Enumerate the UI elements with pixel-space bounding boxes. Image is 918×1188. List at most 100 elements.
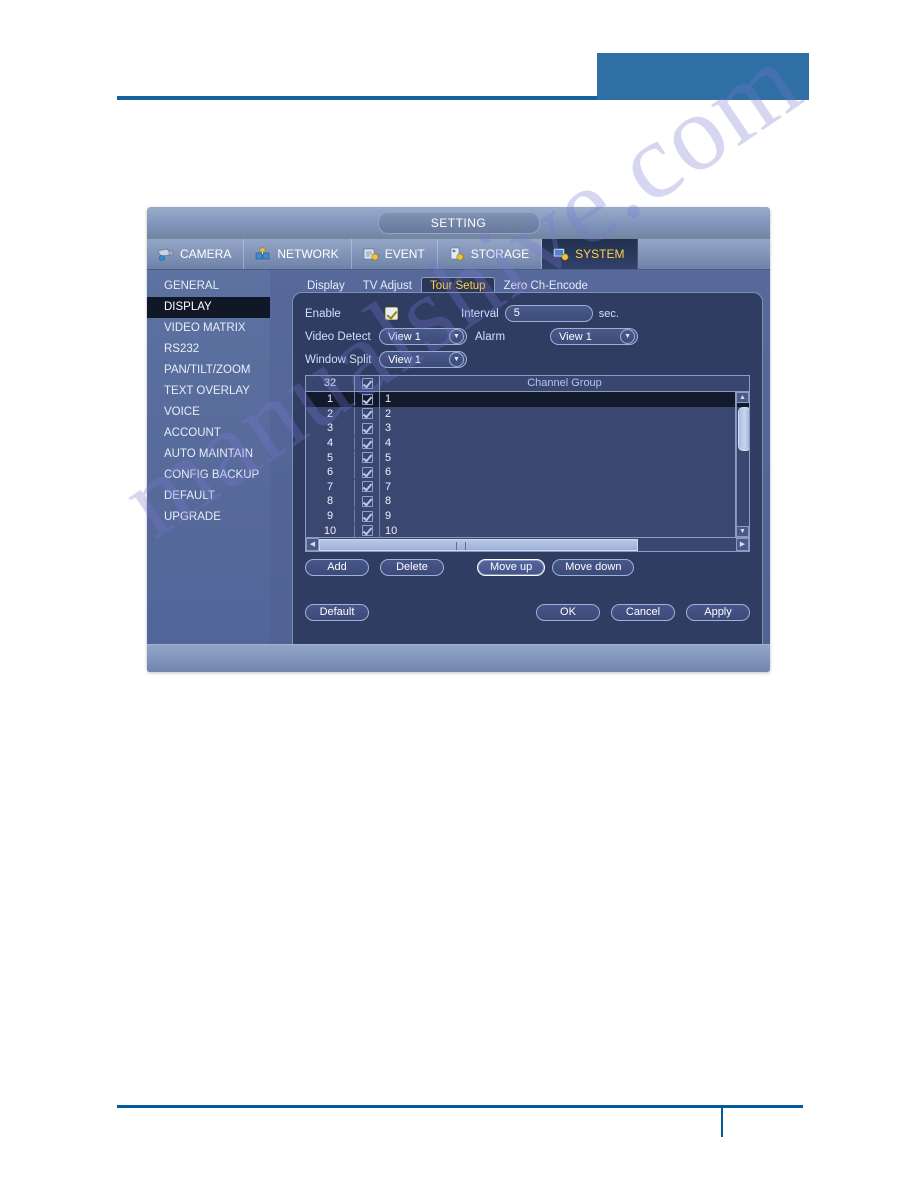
- sidebar-item-default[interactable]: DEFAULT: [147, 486, 270, 507]
- system-icon: [552, 247, 570, 261]
- vertical-scrollbar[interactable]: ▲ ▼: [735, 392, 749, 537]
- chevron-down-icon: ▼: [449, 352, 464, 367]
- row-checkbox-cell: [355, 494, 380, 509]
- row-number: 5: [306, 450, 355, 465]
- video-detect-label: Video Detect: [305, 330, 371, 343]
- table-row[interactable]: 2 2: [306, 406, 749, 422]
- row-checkbox-cell: [355, 464, 380, 480]
- sidebar-item-text-overlay[interactable]: TEXT OVERLAY: [147, 381, 270, 402]
- row-number: 3: [306, 421, 355, 436]
- delete-button[interactable]: Delete: [380, 559, 444, 576]
- list-body: 1 1 2 2 3 3 4 4 5 5 6 6 7 7 8 8 9 9 10 1…: [306, 392, 749, 537]
- scroll-down-icon[interactable]: ▼: [736, 526, 749, 537]
- row-checkbox-cell: [355, 392, 380, 407]
- row-number: 4: [306, 436, 355, 451]
- row-checkbox[interactable]: [361, 466, 373, 478]
- tab-system-label: SYSTEM: [575, 247, 625, 261]
- row-checkbox[interactable]: [361, 495, 373, 507]
- video-detect-select[interactable]: View 1 ▼: [379, 328, 467, 345]
- dialog-button-row: Default OK Cancel Apply: [305, 604, 750, 621]
- sidebar-item-general[interactable]: GENERAL: [147, 276, 270, 297]
- move-up-button[interactable]: Move up: [477, 559, 546, 576]
- row-checkbox-cell: [355, 406, 380, 422]
- sidebar-item-account[interactable]: ACCOUNT: [147, 423, 270, 444]
- row-window-split: Window Split View 1 ▼: [305, 349, 750, 370]
- horizontal-scroll-thumb[interactable]: [319, 539, 638, 551]
- cancel-button[interactable]: Cancel: [611, 604, 675, 621]
- window-footer: [147, 644, 770, 672]
- vertical-scroll-thumb[interactable]: [738, 407, 749, 451]
- table-row[interactable]: 5 5: [306, 450, 749, 465]
- dvr-settings-window: SETTING CAMERA NETWORK EVENT STORAGE SYS…: [147, 207, 770, 672]
- vertical-scroll-track[interactable]: [736, 403, 749, 526]
- row-value: 1: [385, 393, 392, 406]
- row-checkbox-cell: [355, 450, 380, 465]
- row-checkbox[interactable]: [361, 437, 373, 449]
- alarm-select[interactable]: View 1 ▼: [550, 328, 639, 345]
- main-tabstrip: CAMERA NETWORK EVENT STORAGE SYSTEM: [147, 239, 770, 270]
- list-header: 32 Channel Group: [306, 376, 749, 392]
- row-checkbox[interactable]: [361, 452, 373, 464]
- sidebar-item-rs232[interactable]: RS232: [147, 339, 270, 360]
- sidebar-item-upgrade[interactable]: UPGRADE: [147, 507, 270, 528]
- tab-camera[interactable]: CAMERA: [147, 239, 245, 269]
- scroll-thumb-grip: [456, 542, 467, 550]
- tab-event[interactable]: EVENT: [352, 239, 438, 269]
- add-button[interactable]: Add: [305, 559, 369, 576]
- page-footer-tick: [721, 1105, 723, 1137]
- tab-network-label: NETWORK: [277, 247, 339, 261]
- row-checkbox[interactable]: [361, 422, 373, 434]
- interval-input[interactable]: 5: [504, 305, 593, 322]
- sidebar-item-auto-maintain[interactable]: AUTO MAINTAIN: [147, 444, 270, 465]
- move-down-button[interactable]: Move down: [552, 559, 635, 576]
- sidebar-item-pan-tilt-zoom[interactable]: PAN/TILT/ZOOM: [147, 360, 270, 381]
- enable-checkbox[interactable]: [385, 307, 398, 320]
- ok-button[interactable]: OK: [536, 604, 600, 621]
- tab-storage[interactable]: STORAGE: [438, 239, 543, 269]
- default-button[interactable]: Default: [305, 604, 369, 621]
- row-checkbox[interactable]: [361, 510, 373, 522]
- row-value: 6: [385, 466, 392, 479]
- horizontal-scroll-track[interactable]: [319, 538, 736, 551]
- scroll-up-icon[interactable]: ▲: [736, 392, 749, 403]
- table-row[interactable]: 1 1: [306, 392, 749, 407]
- row-number: 6: [306, 465, 355, 480]
- row-number: 1: [306, 392, 355, 407]
- table-row[interactable]: 7 7: [306, 479, 749, 495]
- select-all-checkbox[interactable]: [361, 378, 373, 389]
- table-row[interactable]: 10 10: [306, 523, 749, 537]
- row-number: 2: [306, 406, 355, 421]
- row-checkbox-cell: [355, 523, 380, 537]
- sidebar-item-video-matrix[interactable]: VIDEO MATRIX: [147, 318, 270, 339]
- sidebar-item-display[interactable]: DISPLAY: [147, 297, 270, 318]
- row-checkbox[interactable]: [361, 481, 373, 493]
- tab-network[interactable]: NETWORK: [244, 239, 352, 269]
- window-title: SETTING: [377, 212, 540, 234]
- table-row[interactable]: 3 3: [306, 421, 749, 436]
- row-value: 8: [385, 495, 392, 508]
- row-checkbox-cell: [355, 421, 380, 436]
- tab-camera-label: CAMERA: [180, 247, 232, 261]
- scroll-right-icon[interactable]: ▶: [736, 538, 749, 551]
- tab-event-label: EVENT: [384, 247, 425, 261]
- window-split-select[interactable]: View 1 ▼: [379, 351, 467, 368]
- row-checkbox[interactable]: [361, 408, 373, 420]
- horizontal-scrollbar[interactable]: ◀ ▶: [306, 537, 749, 551]
- row-number: 7: [306, 479, 355, 494]
- tour-setup-panel: Enable Interval 5 sec. Video Detect View…: [292, 292, 763, 667]
- row-checkbox-cell: [355, 435, 380, 451]
- sidebar-item-config-backup[interactable]: CONFIG BACKUP: [147, 465, 270, 486]
- table-row[interactable]: 4 4: [306, 435, 749, 451]
- row-value: 3: [385, 422, 392, 435]
- table-row[interactable]: 8 8: [306, 494, 749, 509]
- table-row[interactable]: 6 6: [306, 464, 749, 480]
- sidebar-item-voice[interactable]: VOICE: [147, 402, 270, 423]
- row-checkbox[interactable]: [361, 393, 373, 405]
- chevron-down-icon: ▼: [449, 329, 464, 344]
- apply-button[interactable]: Apply: [686, 604, 750, 621]
- tab-system[interactable]: SYSTEM: [542, 239, 638, 269]
- row-checkbox[interactable]: [361, 525, 373, 537]
- scroll-left-icon[interactable]: ◀: [306, 538, 319, 551]
- page-header-block: [597, 53, 809, 100]
- table-row[interactable]: 9 9: [306, 508, 749, 524]
